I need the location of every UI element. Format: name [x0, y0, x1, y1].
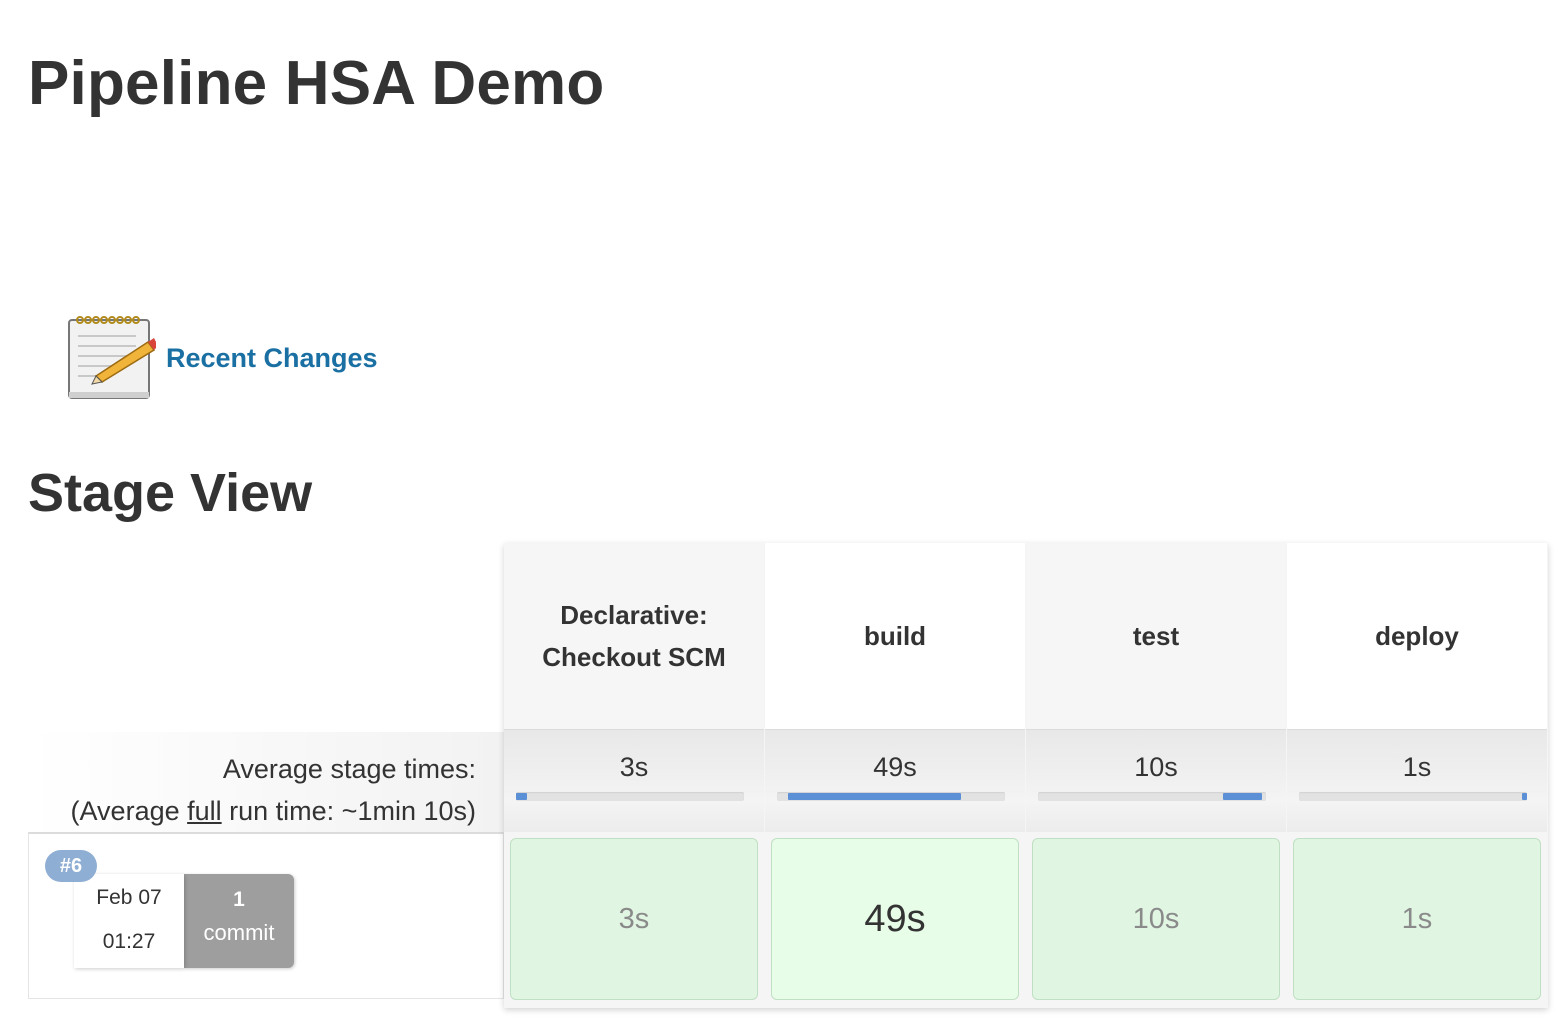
stage-header: test: [1026, 543, 1286, 729]
commit-count: 1: [233, 888, 245, 911]
stage-run-cell[interactable]: 49s: [771, 838, 1019, 1000]
stage-header: Declarative: Checkout SCM: [504, 543, 764, 729]
average-times-row-label: Average stage times: (Average full run t…: [28, 732, 504, 832]
recent-changes-link[interactable]: Recent Changes: [66, 312, 378, 404]
page-title: Pipeline HSA Demo: [28, 49, 605, 118]
stage-progress-fill: [788, 793, 961, 800]
stage-progress-bar: [1038, 792, 1266, 801]
full-run-prefix: (Average: [70, 796, 188, 826]
stage-progress-fill: [1522, 793, 1527, 800]
notepad-icon: [68, 316, 156, 399]
stage-average-cell: 49s: [765, 729, 1025, 832]
stage-view-title: Stage View: [28, 463, 313, 523]
commit-label: commit: [203, 920, 275, 945]
stage-column: Declarative: Checkout SCM 3s 3s: [504, 543, 764, 1008]
stage-average-time: 49s: [873, 752, 917, 782]
stage-run-cell[interactable]: 3s: [510, 838, 758, 1000]
commit-count-button[interactable]: 1 commit: [184, 874, 294, 968]
full-run-suffix: run time: ~1min 10s): [221, 796, 476, 826]
build-number-badge[interactable]: #6: [45, 850, 97, 882]
stage-run-cell[interactable]: 1s: [1293, 838, 1541, 1000]
stage-progress-bar: [516, 792, 744, 801]
stage-progress-fill: [1223, 793, 1262, 800]
stage-run-cell[interactable]: 10s: [1032, 838, 1280, 1000]
recent-changes-label: Recent Changes: [166, 342, 378, 373]
stage-average-cell: 1s: [1287, 729, 1547, 832]
stage-average-time: 1s: [1402, 752, 1432, 782]
stage-progress-bar: [1299, 792, 1527, 801]
stage-column: build 49s 49s: [765, 543, 1025, 1008]
stage-progress-fill: [516, 793, 527, 800]
stage-column: test 10s 10s: [1026, 543, 1286, 1008]
run-time: 01:27: [102, 930, 156, 953]
run-date: Feb 07: [96, 886, 162, 909]
stage-header: deploy: [1287, 543, 1547, 729]
run-date-box[interactable]: Feb 07 01:27: [74, 874, 184, 968]
full-run-link[interactable]: full: [187, 796, 222, 826]
average-stage-times-text: Average stage times:: [222, 754, 476, 784]
stage-column: deploy 1s 1s: [1287, 543, 1547, 1008]
stage-average-cell: 10s: [1026, 729, 1286, 832]
stage-view-table: Declarative: Checkout SCM 3s 3s build 49…: [504, 543, 1548, 1008]
stage-progress-bar: [777, 792, 1005, 801]
stage-header: build: [765, 543, 1025, 729]
stage-average-time: 3s: [619, 752, 649, 782]
stage-average-time: 10s: [1134, 752, 1178, 782]
average-times-label: Average stage times: (Average full run t…: [71, 748, 476, 832]
stage-average-cell: 3s: [504, 729, 764, 832]
